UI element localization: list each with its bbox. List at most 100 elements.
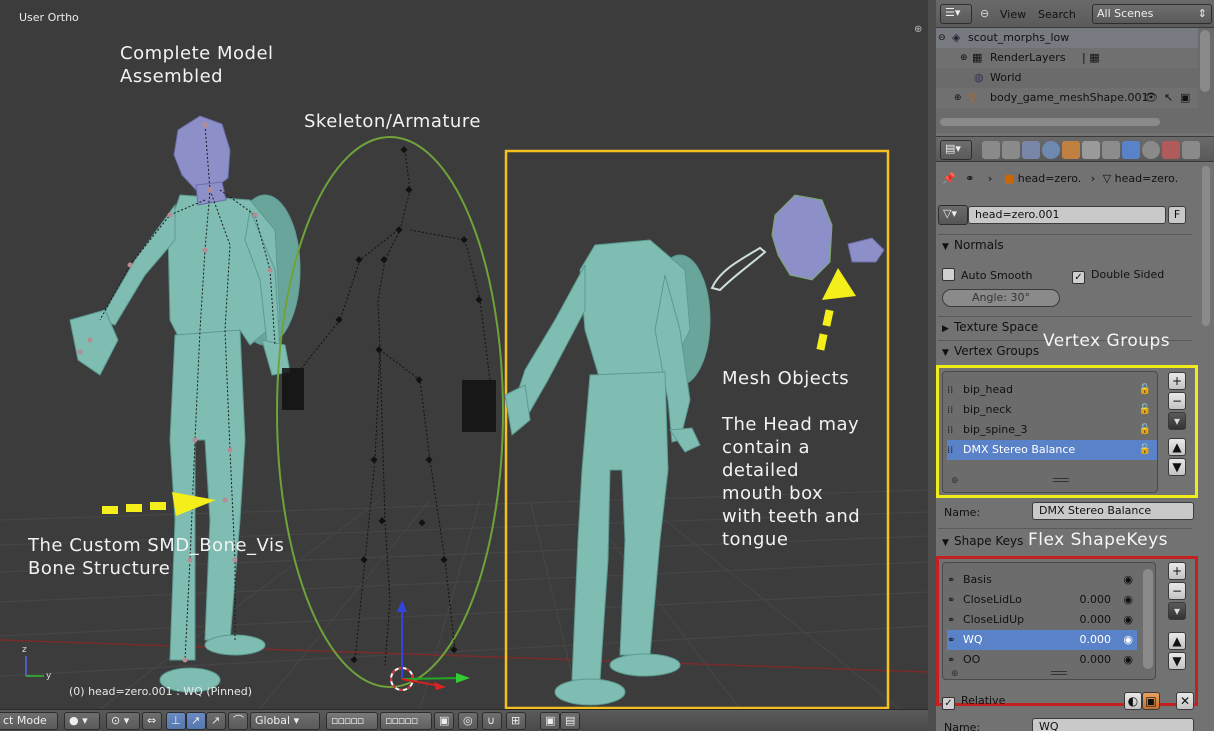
editor-type-select[interactable]: ☰▾	[940, 4, 972, 24]
outliner-row-renderlayers[interactable]: ⊕ ▦ RenderLayers | ▦	[936, 48, 1198, 68]
shape-key-specials-button[interactable]: ▾	[1168, 602, 1186, 620]
vertex-group-item[interactable]: ⁞⁞ bip_head 🔓	[947, 380, 1157, 400]
3d-viewport[interactable]: z y User Ortho Complete Model Assembled …	[0, 0, 928, 709]
mesh-browse-button[interactable]: ▽▾	[938, 205, 968, 225]
move-up-button[interactable]: ▲	[1168, 632, 1186, 650]
lock-icon[interactable]: 🔓	[1139, 380, 1151, 400]
shape-key-item[interactable]: ⚭ Basis ◉	[947, 570, 1137, 590]
texture-tab-icon[interactable]	[1162, 141, 1180, 159]
shape-key-item[interactable]: ⚭ CloseLidLo 0.000 ◉	[947, 590, 1137, 610]
shape-key-name-field[interactable]: WQ	[1032, 718, 1194, 731]
vertex-group-name-field[interactable]: DMX Stereo Balance	[1032, 502, 1194, 520]
move-down-button[interactable]: ▼	[1168, 458, 1186, 476]
remove-vertex-group-button[interactable]: −	[1168, 392, 1186, 410]
modifiers-tab-icon[interactable]	[1102, 141, 1120, 159]
outliner-row-scene[interactable]: ⊖ ◈ scout_morphs_low	[936, 28, 1198, 48]
vertex-groups-panel-header[interactable]: ▼ Vertex Groups	[942, 344, 1039, 358]
move-up-button[interactable]: ▲	[1168, 438, 1186, 456]
area-separator[interactable]	[928, 0, 936, 731]
shape-keys-scrollbar[interactable]	[1143, 569, 1153, 669]
relative-checkbox[interactable]: ✓ Relative	[942, 694, 1005, 710]
eye-icon[interactable]: ◉	[1123, 610, 1133, 630]
double-sided-checkbox[interactable]: ✓ Double Sided	[1072, 268, 1164, 284]
outliner-scrollbar[interactable]	[1200, 30, 1210, 92]
add-shape-key-button[interactable]: +	[1168, 562, 1186, 580]
lock-layers-button[interactable]: ▣	[434, 712, 454, 730]
pivot-select[interactable]: ⊙ ▾	[106, 712, 140, 730]
translate-manipulator[interactable]: ⊥	[166, 712, 186, 730]
cursor-icon[interactable]: ↖	[1164, 88, 1173, 108]
render-opengl-button[interactable]: ▣	[540, 712, 560, 730]
render-animation-button[interactable]: ▤	[560, 712, 580, 730]
proportional-edit-button[interactable]: ◎	[458, 712, 478, 730]
constraints-tab-icon[interactable]	[1082, 141, 1100, 159]
fake-user-button[interactable]: F	[1168, 206, 1186, 224]
complete-model-head[interactable]	[173, 115, 231, 206]
resize-grip-icon[interactable]	[1051, 671, 1067, 675]
vertex-group-item-selected[interactable]: ⁞⁞ DMX Stereo Balance 🔓	[947, 440, 1157, 460]
resize-grip-icon[interactable]	[1053, 478, 1069, 482]
shape-key-item[interactable]: ⚭ CloseLidUp 0.000 ◉	[947, 610, 1137, 630]
snap-button[interactable]: ∪	[482, 712, 502, 730]
shape-key-pin-button[interactable]: ◐	[1124, 692, 1142, 710]
shape-key-item-selected[interactable]: ⚭ WQ 0.000 ◉	[947, 630, 1137, 650]
transform-orientation-select[interactable]: Global ▾	[250, 712, 320, 730]
shape-keys-panel-header[interactable]: ▼ Shape Keys	[942, 534, 1023, 548]
complete-model[interactable]	[69, 194, 301, 693]
data-tab-icon[interactable]	[1122, 141, 1140, 159]
render-tab-icon[interactable]	[982, 141, 1000, 159]
material-tab-icon[interactable]	[1142, 141, 1160, 159]
collapse-icon[interactable]: ⊖	[938, 28, 946, 48]
mesh-body[interactable]	[504, 239, 711, 706]
object-tab-icon[interactable]	[1062, 141, 1080, 159]
vertex-group-item[interactable]: ⁞⁞ bip_spine_3 🔓	[947, 420, 1157, 440]
plus-icon[interactable]: ⊕	[914, 24, 922, 35]
menu-view[interactable]: View	[1000, 8, 1026, 21]
eye-icon[interactable]: ◉	[1123, 570, 1133, 590]
collapse-icon[interactable]: ⊖	[980, 7, 989, 20]
snap-element-button[interactable]: ⊞	[506, 712, 526, 730]
expand-icon[interactable]: ⊕	[960, 48, 968, 68]
properties-scrollbar[interactable]	[1202, 166, 1210, 326]
lock-icon[interactable]: 🔓	[1139, 440, 1151, 460]
menu-search[interactable]: Search	[1038, 8, 1076, 21]
vertex-group-specials-button[interactable]: ▾	[1168, 412, 1186, 430]
shape-key-item[interactable]: ⚭ OO 0.000 ◉	[947, 650, 1137, 670]
render-layers-tab-icon[interactable]	[1002, 141, 1020, 159]
filter-plus-icon[interactable]: ⊕	[951, 669, 959, 679]
outliner-hscrollbar[interactable]	[940, 118, 1160, 126]
eye-icon[interactable]: ◉	[1123, 630, 1133, 650]
rotate-manipulator[interactable]: ↗	[186, 712, 206, 730]
world-tab-icon[interactable]	[1042, 141, 1060, 159]
display-mode-select[interactable]: All Scenes ⇕	[1092, 4, 1212, 24]
eye-icon[interactable]: ◉	[1123, 650, 1133, 670]
clear-shape-keys-button[interactable]: ✕	[1176, 692, 1194, 710]
vertex-group-item[interactable]: ⁞⁞ bip_neck 🔓	[947, 400, 1157, 420]
outliner-row-body-mesh[interactable]: ⊕ ▽ body_game_meshShape.001 👁 ↖ ▣	[936, 88, 1198, 108]
eye-icon[interactable]: 👁	[1144, 88, 1158, 108]
scale-manipulator[interactable]: ↗	[206, 712, 226, 730]
remove-shape-key-button[interactable]: −	[1168, 582, 1186, 600]
filter-plus-icon[interactable]: ⊕	[951, 476, 959, 486]
manipulator-toggle[interactable]: ⇔	[142, 712, 162, 730]
expand-icon[interactable]: ⊕	[954, 88, 962, 108]
angle-slider[interactable]: Angle: 30°	[942, 289, 1060, 307]
edit-mode-button[interactable]: ▣	[1142, 692, 1160, 710]
mesh-mouth-box[interactable]	[847, 237, 885, 263]
mesh-head[interactable]	[771, 194, 833, 281]
layers-1[interactable]: ▫▫▫▫▫	[326, 712, 378, 730]
mesh-name-field[interactable]: head=zero.001	[968, 206, 1166, 224]
layers-2[interactable]: ▫▫▫▫▫	[380, 712, 432, 730]
texture-space-panel-header[interactable]: ▶ Texture Space	[942, 320, 1038, 334]
auto-smooth-checkbox[interactable]: Auto Smooth	[942, 268, 1032, 282]
particles-tab-icon[interactable]	[1182, 141, 1200, 159]
pin-icon[interactable]: 📌	[942, 172, 956, 185]
lock-icon[interactable]: 🔓	[1139, 400, 1151, 420]
add-vertex-group-button[interactable]: +	[1168, 372, 1186, 390]
lock-icon[interactable]: 🔓	[1139, 420, 1151, 440]
editor-type-select[interactable]: ▤▾	[940, 140, 972, 160]
outliner-row-world[interactable]: ◍ World	[936, 68, 1198, 88]
edit-manipulator[interactable]: ⌒	[228, 712, 248, 730]
eye-icon[interactable]: ◉	[1123, 590, 1133, 610]
viewport-shading-select[interactable]: ● ▾	[64, 712, 100, 730]
